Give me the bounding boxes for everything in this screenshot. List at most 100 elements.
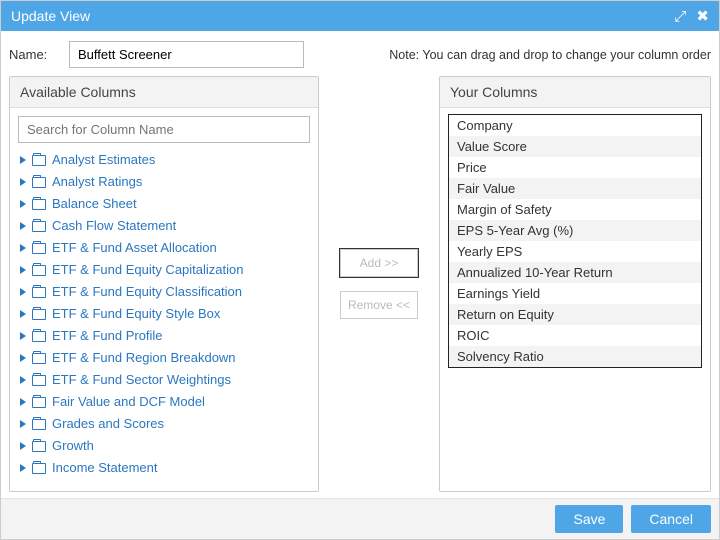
- chevron-right-icon: [20, 310, 26, 318]
- folder-icon: [32, 419, 46, 430]
- titlebar: Update View ⤢ ✖: [1, 1, 719, 31]
- tree-item[interactable]: ETF & Fund Equity Classification: [18, 281, 310, 303]
- cancel-button[interactable]: Cancel: [631, 505, 711, 533]
- drag-note: Note: You can drag and drop to change yo…: [314, 48, 711, 62]
- search-input[interactable]: [18, 116, 310, 143]
- folder-icon: [32, 353, 46, 364]
- your-column-row[interactable]: Value Score: [449, 136, 701, 157]
- folder-icon: [32, 331, 46, 342]
- transfer-buttons: Add >> Remove <<: [319, 76, 439, 492]
- folder-icon: [32, 397, 46, 408]
- close-icon[interactable]: ✖: [696, 9, 709, 24]
- tree-item[interactable]: ETF & Fund Equity Style Box: [18, 303, 310, 325]
- available-columns-header: Available Columns: [10, 77, 318, 108]
- tree-item-label: Income Statement: [52, 459, 158, 477]
- tree-item-label: Grades and Scores: [52, 415, 164, 433]
- dialog-title: Update View: [11, 8, 674, 24]
- your-column-row[interactable]: Price: [449, 157, 701, 178]
- chevron-right-icon: [20, 178, 26, 186]
- chevron-right-icon: [20, 442, 26, 450]
- update-view-dialog: Update View ⤢ ✖ Name: Note: You can drag…: [0, 0, 720, 540]
- chevron-right-icon: [20, 464, 26, 472]
- chevron-right-icon: [20, 376, 26, 384]
- tree-item[interactable]: Growth: [18, 435, 310, 457]
- tree-item-label: Fair Value and DCF Model: [52, 393, 205, 411]
- your-column-row[interactable]: Solvency Ratio: [449, 346, 701, 367]
- tree-item-label: ETF & Fund Profile: [52, 327, 163, 345]
- your-column-row[interactable]: Return on Equity: [449, 304, 701, 325]
- tree-item-label: ETF & Fund Region Breakdown: [52, 349, 236, 367]
- tree-item[interactable]: Income Statement: [18, 457, 310, 479]
- tree-item[interactable]: ETF & Fund Equity Capitalization: [18, 259, 310, 281]
- remove-button[interactable]: Remove <<: [340, 291, 418, 319]
- tree-item-label: Industry Deciles: [52, 481, 144, 483]
- folder-icon: [32, 309, 46, 320]
- name-row: Name: Note: You can drag and drop to cha…: [1, 31, 719, 76]
- tree-item[interactable]: ETF & Fund Profile: [18, 325, 310, 347]
- chevron-right-icon: [20, 332, 26, 340]
- tree-item-label: ETF & Fund Sector Weightings: [52, 371, 231, 389]
- folder-icon: [32, 221, 46, 232]
- your-column-row[interactable]: Margin of Safety: [449, 199, 701, 220]
- tree-item-label: ETF & Fund Equity Capitalization: [52, 261, 243, 279]
- tree-item-label: Analyst Ratings: [52, 173, 142, 191]
- tree-item-label: ETF & Fund Equity Classification: [52, 283, 242, 301]
- expand-icon[interactable]: ⤢: [674, 9, 686, 24]
- your-column-row[interactable]: Fair Value: [449, 178, 701, 199]
- tree-item[interactable]: ETF & Fund Sector Weightings: [18, 369, 310, 391]
- chevron-right-icon: [20, 288, 26, 296]
- chevron-right-icon: [20, 222, 26, 230]
- tree-item[interactable]: Fair Value and DCF Model: [18, 391, 310, 413]
- tree-item-label: Growth: [52, 437, 94, 455]
- save-button[interactable]: Save: [555, 505, 623, 533]
- tree-item-label: ETF & Fund Equity Style Box: [52, 305, 220, 323]
- tree-item-label: Analyst Estimates: [52, 151, 155, 169]
- tree-item-label: Balance Sheet: [52, 195, 137, 213]
- folder-icon: [32, 375, 46, 386]
- tree-item-label: ETF & Fund Asset Allocation: [52, 239, 217, 257]
- your-column-row[interactable]: Yearly EPS: [449, 241, 701, 262]
- your-columns-panel: Your Columns CompanyValue ScorePriceFair…: [439, 76, 711, 492]
- your-columns-list[interactable]: CompanyValue ScorePriceFair ValueMargin …: [448, 114, 702, 368]
- folder-icon: [32, 155, 46, 166]
- your-column-row[interactable]: ROIC: [449, 325, 701, 346]
- tree-item-label: Cash Flow Statement: [52, 217, 176, 235]
- folder-icon: [32, 463, 46, 474]
- folder-icon: [32, 177, 46, 188]
- chevron-right-icon: [20, 398, 26, 406]
- tree-item[interactable]: Cash Flow Statement: [18, 215, 310, 237]
- available-columns-tree[interactable]: Analyst Estimates Analyst Ratings Balance …: [18, 149, 310, 483]
- your-column-row[interactable]: EPS 5-Year Avg (%): [449, 220, 701, 241]
- your-column-row[interactable]: Annualized 10-Year Return: [449, 262, 701, 283]
- dialog-body: Available Columns Analyst EstimatesAnaly…: [1, 76, 719, 498]
- name-input[interactable]: [69, 41, 304, 68]
- tree-item[interactable]: Industry Deciles: [18, 479, 310, 483]
- tree-item[interactable]: ETF & Fund Region Breakdown: [18, 347, 310, 369]
- available-columns-body: Analyst Estimates Analyst Ratings Balance …: [10, 108, 318, 491]
- folder-icon: [32, 243, 46, 254]
- folder-icon: [32, 287, 46, 298]
- chevron-right-icon: [20, 244, 26, 252]
- dialog-footer: Save Cancel: [1, 498, 719, 539]
- tree-item[interactable]: ETF & Fund Asset Allocation: [18, 237, 310, 259]
- chevron-right-icon: [20, 354, 26, 362]
- your-columns-header: Your Columns: [440, 77, 710, 108]
- folder-icon: [32, 441, 46, 452]
- folder-icon: [32, 199, 46, 210]
- chevron-right-icon: [20, 156, 26, 164]
- your-columns-body: CompanyValue ScorePriceFair ValueMargin …: [440, 108, 710, 491]
- chevron-right-icon: [20, 420, 26, 428]
- chevron-right-icon: [20, 266, 26, 274]
- chevron-right-icon: [20, 200, 26, 208]
- folder-icon: [32, 265, 46, 276]
- your-column-row[interactable]: Earnings Yield: [449, 283, 701, 304]
- tree-item[interactable]: Analyst Ratings: [18, 171, 310, 193]
- tree-item[interactable]: Analyst Estimates: [18, 149, 310, 171]
- add-button[interactable]: Add >>: [340, 249, 418, 277]
- tree-item[interactable]: Grades and Scores: [18, 413, 310, 435]
- your-column-row[interactable]: Company: [449, 115, 701, 136]
- available-columns-panel: Available Columns Analyst EstimatesAnaly…: [9, 76, 319, 492]
- tree-item[interactable]: Balance Sheet: [18, 193, 310, 215]
- name-label: Name:: [9, 47, 59, 62]
- window-controls: ⤢ ✖: [674, 9, 709, 24]
